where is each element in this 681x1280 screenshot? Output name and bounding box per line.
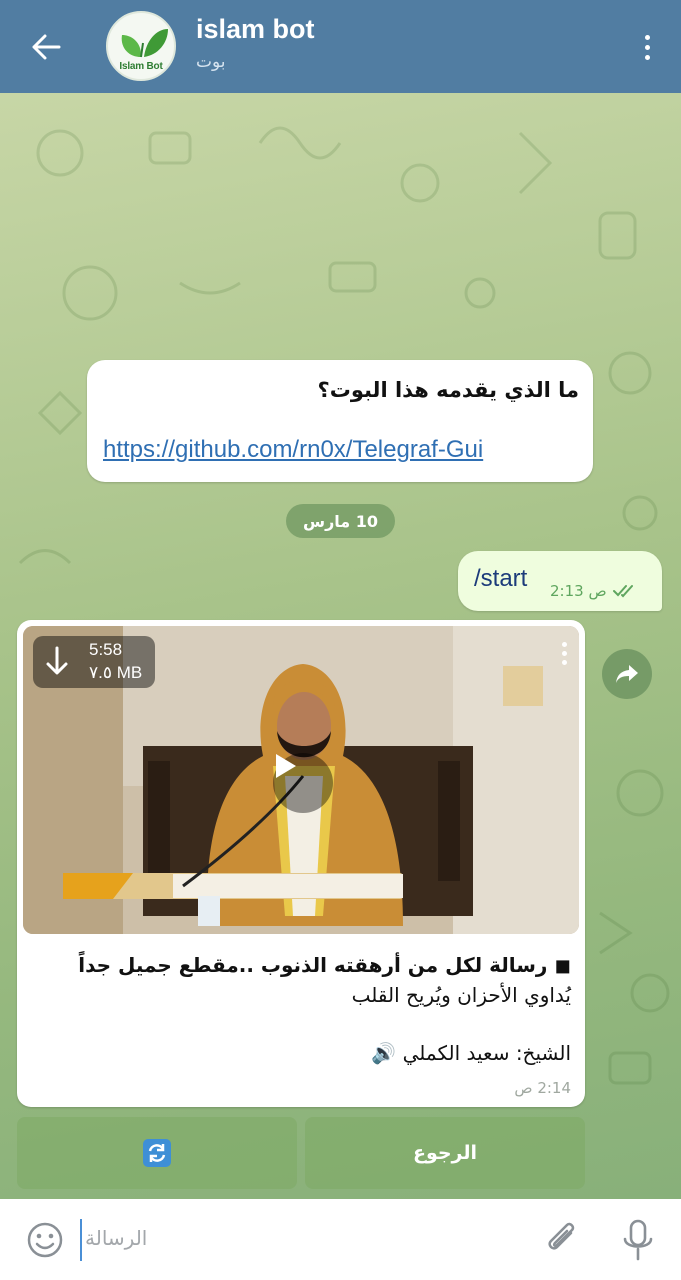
play-button[interactable] xyxy=(273,753,333,813)
date-separator: 10 مارس xyxy=(286,504,395,538)
video-message-time: 2:14 ص xyxy=(514,1079,571,1097)
outgoing-message-time: 2:13 ص xyxy=(550,582,607,600)
chat-title[interactable]: islam bot xyxy=(196,14,315,45)
download-arrow-icon xyxy=(46,646,68,675)
info-message-card: ما الذي يقدمه هذا البوت؟ https://github.… xyxy=(87,360,593,482)
dot-icon xyxy=(644,54,650,60)
outgoing-message-meta: 2:13 ص xyxy=(550,582,639,600)
caption-line-2: يُداوي الأحزان ويُريح القلب xyxy=(351,983,571,1007)
chat-header: Islam Bot islam bot بوت xyxy=(0,0,681,93)
back-button[interactable] xyxy=(24,28,68,66)
play-icon xyxy=(276,754,296,778)
video-more-button[interactable] xyxy=(562,642,567,665)
sheikh-name: الشيخ: سعيد الكملي 🔊 xyxy=(371,1041,571,1065)
chat-subtitle: بوت xyxy=(196,52,226,72)
outgoing-message[interactable]: /start 2:13 ص xyxy=(458,551,662,611)
refresh-icon xyxy=(143,1139,171,1167)
back-keyboard-button[interactable]: الرجوع xyxy=(305,1117,585,1189)
dot-icon xyxy=(562,660,567,665)
more-menu-button[interactable] xyxy=(635,28,659,66)
share-arrow-icon xyxy=(616,665,638,683)
video-duration: 5:58 xyxy=(89,640,123,659)
share-button[interactable] xyxy=(602,649,652,699)
caption-line-1: ◼ رسالة لكل من أرهقته الذنوب ..مقطع جميل… xyxy=(78,953,571,977)
video-message-card: 5:58 ٧.٥ MB ◼ رسالة لكل من أرهقته الذنوب… xyxy=(17,620,585,1107)
bot-avatar[interactable]: Islam Bot xyxy=(106,11,176,81)
github-link[interactable]: https://github.com/rn0x/Telegraf-Gui xyxy=(103,436,483,464)
avatar-logo-text: Islam Bot xyxy=(119,61,163,72)
back-keyboard-label: الرجوع xyxy=(412,1142,478,1164)
video-caption: ◼ رسالة لكل من أرهقته الذنوب ..مقطع جميل… xyxy=(41,950,571,1010)
emoji-icon[interactable] xyxy=(25,1220,65,1260)
arrow-left-icon xyxy=(32,34,61,60)
paperclip-icon[interactable] xyxy=(543,1219,583,1261)
dot-icon xyxy=(644,34,650,40)
download-badge[interactable]: 5:58 ٧.٥ MB xyxy=(33,636,155,688)
microphone-icon[interactable] xyxy=(618,1217,658,1263)
message-input-bar: الرسالة xyxy=(0,1199,681,1280)
double-check-icon xyxy=(612,585,633,598)
video-size: ٧.٥ MB xyxy=(89,663,143,682)
outgoing-message-text: /start xyxy=(474,565,528,592)
info-question-text: ما الذي يقدمه هذا البوت؟ xyxy=(317,378,579,402)
message-input[interactable] xyxy=(80,1219,520,1261)
refresh-keyboard-button[interactable] xyxy=(17,1117,297,1189)
dot-icon xyxy=(562,651,567,656)
chat-area[interactable]: ما الذي يقدمه هذا البوت؟ https://github.… xyxy=(0,93,681,1199)
video-thumbnail[interactable]: 5:58 ٧.٥ MB xyxy=(23,626,579,934)
dot-icon xyxy=(562,642,567,647)
dot-icon xyxy=(644,44,650,50)
